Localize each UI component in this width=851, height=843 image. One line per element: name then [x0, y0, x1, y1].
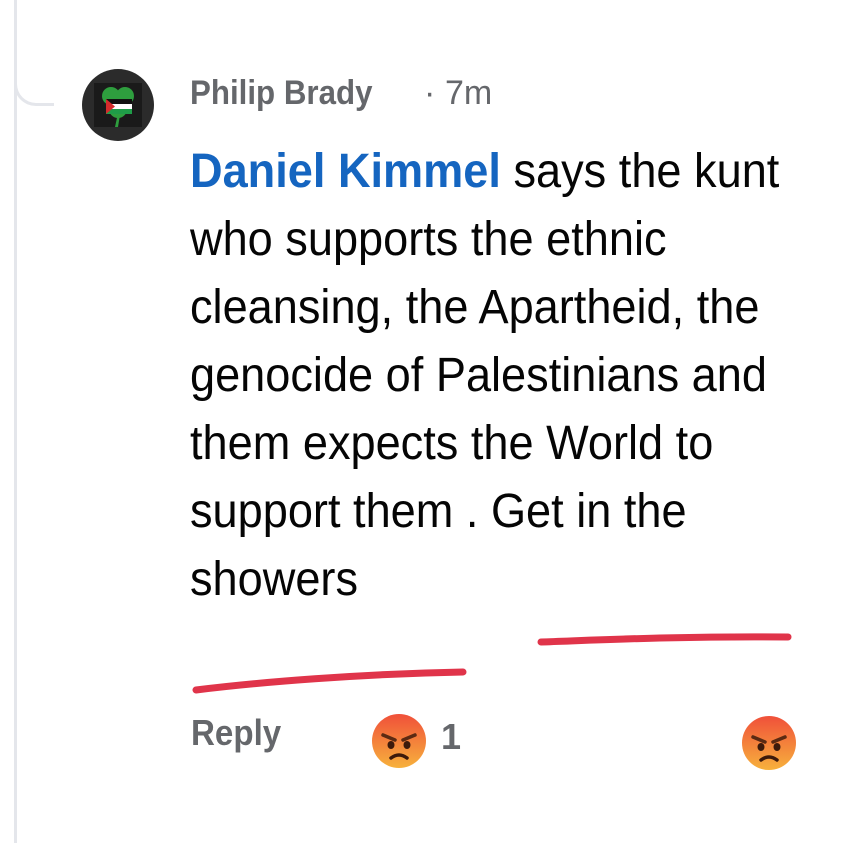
comment-timestamp[interactable]: 7m	[445, 74, 492, 113]
avatar[interactable]	[82, 69, 154, 141]
reaction-count[interactable]: 1	[441, 716, 461, 758]
reply-button[interactable]: Reply	[191, 712, 281, 754]
thread-connector	[14, 50, 54, 106]
thread-line	[14, 0, 17, 843]
comment-author[interactable]: Philip Brady	[190, 74, 373, 113]
avatar-image	[82, 69, 154, 141]
comment-text: says the kunt who supports the ethnic cl…	[190, 145, 780, 606]
comment-body: Daniel Kimmel says the kunt who supports…	[190, 138, 792, 614]
angry-face-icon[interactable]	[741, 715, 797, 771]
meta-separator: ·	[424, 74, 436, 112]
angry-face-icon[interactable]	[371, 713, 427, 769]
mention-link[interactable]: Daniel Kimmel	[190, 145, 501, 198]
